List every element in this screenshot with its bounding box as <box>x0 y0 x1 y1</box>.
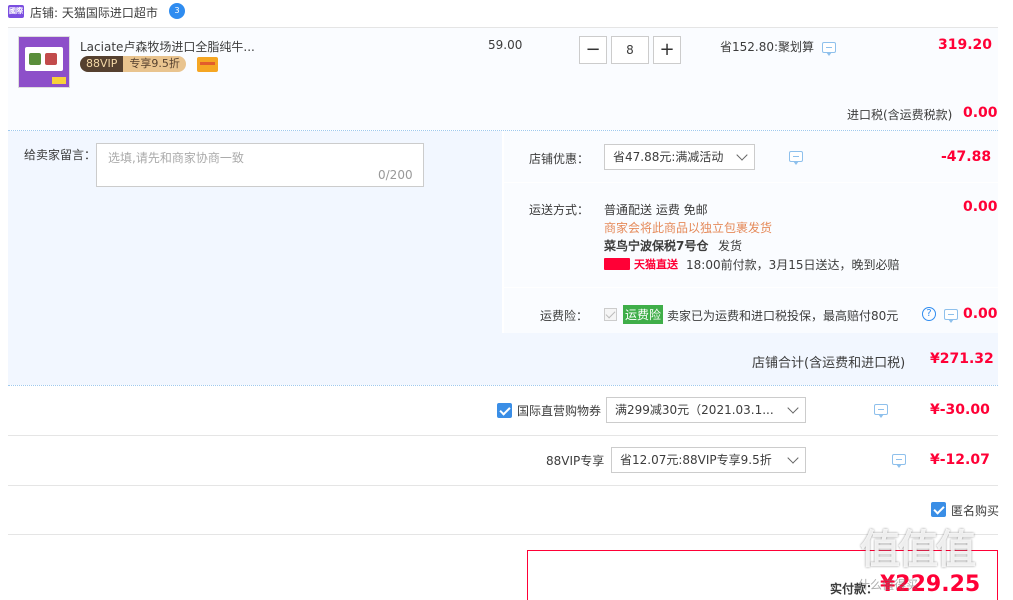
quantity-input[interactable]: 8 <box>611 36 649 64</box>
shop-discount-select[interactable]: 省47.88元:满减活动 <box>604 144 755 170</box>
shipping-value: 0.00 <box>963 199 998 215</box>
shop-total-value: ¥271.32 <box>930 351 994 367</box>
insurance-tag: 运费险 <box>623 305 664 324</box>
shop-type-icon: 國際 <box>8 5 24 18</box>
vip-coupon-label: 88VIP专享 <box>546 454 605 468</box>
intl-coupon-selected: 满299减30元（2021.03.1... <box>615 403 774 417</box>
shop-name[interactable]: 店铺: 天猫国际进口超市 <box>30 4 158 21</box>
intl-coupon-select[interactable]: 满299减30元（2021.03.1... <box>606 397 806 423</box>
quantity-stepper: − 8 + <box>579 36 681 64</box>
message-placeholder: 选填,请先和商家协商一致 <box>108 151 244 165</box>
quantity-decrease-button[interactable]: − <box>579 36 607 64</box>
shipping-label: 运送方式： <box>529 203 590 217</box>
intl-coupon-value: ¥-30.00 <box>930 402 990 418</box>
shop-total-label: 店铺合计(含运费和进口税) <box>752 356 906 371</box>
tmall-direct-text: 天猫直送 <box>634 258 678 271</box>
comment-bubble-icon[interactable] <box>874 404 889 418</box>
watermark-subtitle: 什么值得买 <box>858 578 919 592</box>
item-saving: 省152.80:聚划算 <box>720 40 815 54</box>
chevron-down-icon <box>787 452 799 464</box>
product-title[interactable]: Laciate卢森牧场进口全脂纯牛... <box>80 38 255 55</box>
shipping-note: 商家会将此商品以独立包裹发货 <box>604 221 773 235</box>
shipping-method: 普通配送 运费 免邮 <box>604 203 708 217</box>
chat-badge-icon[interactable]: 3 <box>169 3 185 19</box>
delivery-promise: 18:00前付款，3月15日送达，晚到必赔 <box>686 258 900 272</box>
shop-discount-selected: 省47.88元:满减活动 <box>613 150 724 164</box>
anonymous-checkbox[interactable] <box>931 502 946 517</box>
product-thumbnail[interactable] <box>18 36 70 88</box>
shop-discount-label: 店铺优惠： <box>529 152 590 166</box>
credit-card-icon <box>197 57 218 72</box>
watermark-logo: 值值值 <box>860 527 976 573</box>
comment-bubble-icon[interactable] <box>788 151 803 165</box>
unit-price: 59.00 <box>488 38 523 52</box>
comment-bubble-icon[interactable] <box>892 454 907 468</box>
divider <box>8 435 998 436</box>
vip-tag-label: 88VIP <box>80 56 124 72</box>
quantity-increase-button[interactable]: + <box>653 36 681 64</box>
message-char-count: 0/200 <box>378 168 413 182</box>
help-icon[interactable]: ? <box>922 307 936 321</box>
chevron-down-icon <box>787 402 799 414</box>
shop-discount-value: -47.88 <box>941 149 992 165</box>
insurance-description: 卖家已为运费和进口税投保，最高赔付80元 <box>667 309 899 323</box>
comment-bubble-icon[interactable] <box>822 42 836 56</box>
vip-coupon-selected: 省12.07元:88VIP专享9.5折 <box>620 453 772 467</box>
import-tax-label: 进口税(含运费税款) <box>847 108 953 122</box>
divider <box>8 534 998 535</box>
warehouse-name: 菜鸟宁波保税7号仓 <box>604 239 709 253</box>
tmall-cat-icon <box>604 258 630 270</box>
intl-coupon-checkbox[interactable] <box>497 403 512 418</box>
vip-coupon-value: ¥-12.07 <box>930 452 990 468</box>
divider <box>8 485 998 486</box>
divider <box>8 385 998 386</box>
comment-bubble-icon[interactable] <box>943 309 958 323</box>
intl-coupon-label: 国际直营购物券 <box>517 404 602 418</box>
vip-coupon-select[interactable]: 省12.07元:88VIP专享9.5折 <box>611 447 806 473</box>
chevron-down-icon <box>736 149 748 161</box>
tmall-direct-logo: 天猫直送 <box>604 257 678 271</box>
warehouse-action: 发货 <box>718 239 743 253</box>
insurance-value: 0.00 <box>963 306 998 322</box>
vip-discount-tag: 88VIP 专享9.5折 <box>80 56 186 72</box>
import-tax-value: 0.00 <box>963 105 998 121</box>
item-total-price: 319.20 <box>938 37 993 53</box>
message-label: 给卖家留言： <box>24 148 97 162</box>
insurance-label: 运费险： <box>540 309 589 323</box>
insurance-checkbox[interactable] <box>604 308 617 321</box>
vip-tag-discount: 专享9.5折 <box>123 56 186 72</box>
